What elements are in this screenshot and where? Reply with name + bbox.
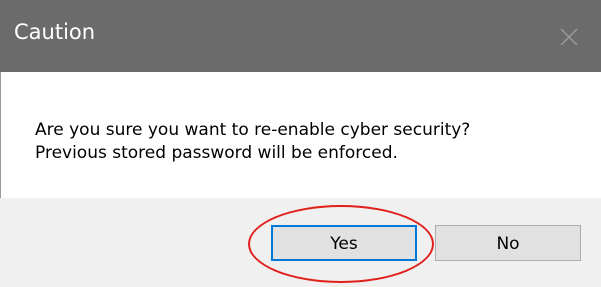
close-button[interactable] [539,0,601,72]
close-icon [560,28,578,46]
title-bar: Caution [0,0,601,72]
dialog-message: Are you sure you want to re-enable cyber… [35,119,470,165]
message-line-2: Previous stored password will be enforce… [35,143,398,163]
message-line-1: Are you sure you want to re-enable cyber… [35,120,471,140]
caution-dialog: Caution Are you sure you want to re-enab… [0,0,601,287]
no-button[interactable]: No [435,225,581,261]
dialog-content: Are you sure you want to re-enable cyber… [0,72,601,198]
yes-button[interactable]: Yes [271,225,417,261]
dialog-title: Caution [14,20,96,44]
